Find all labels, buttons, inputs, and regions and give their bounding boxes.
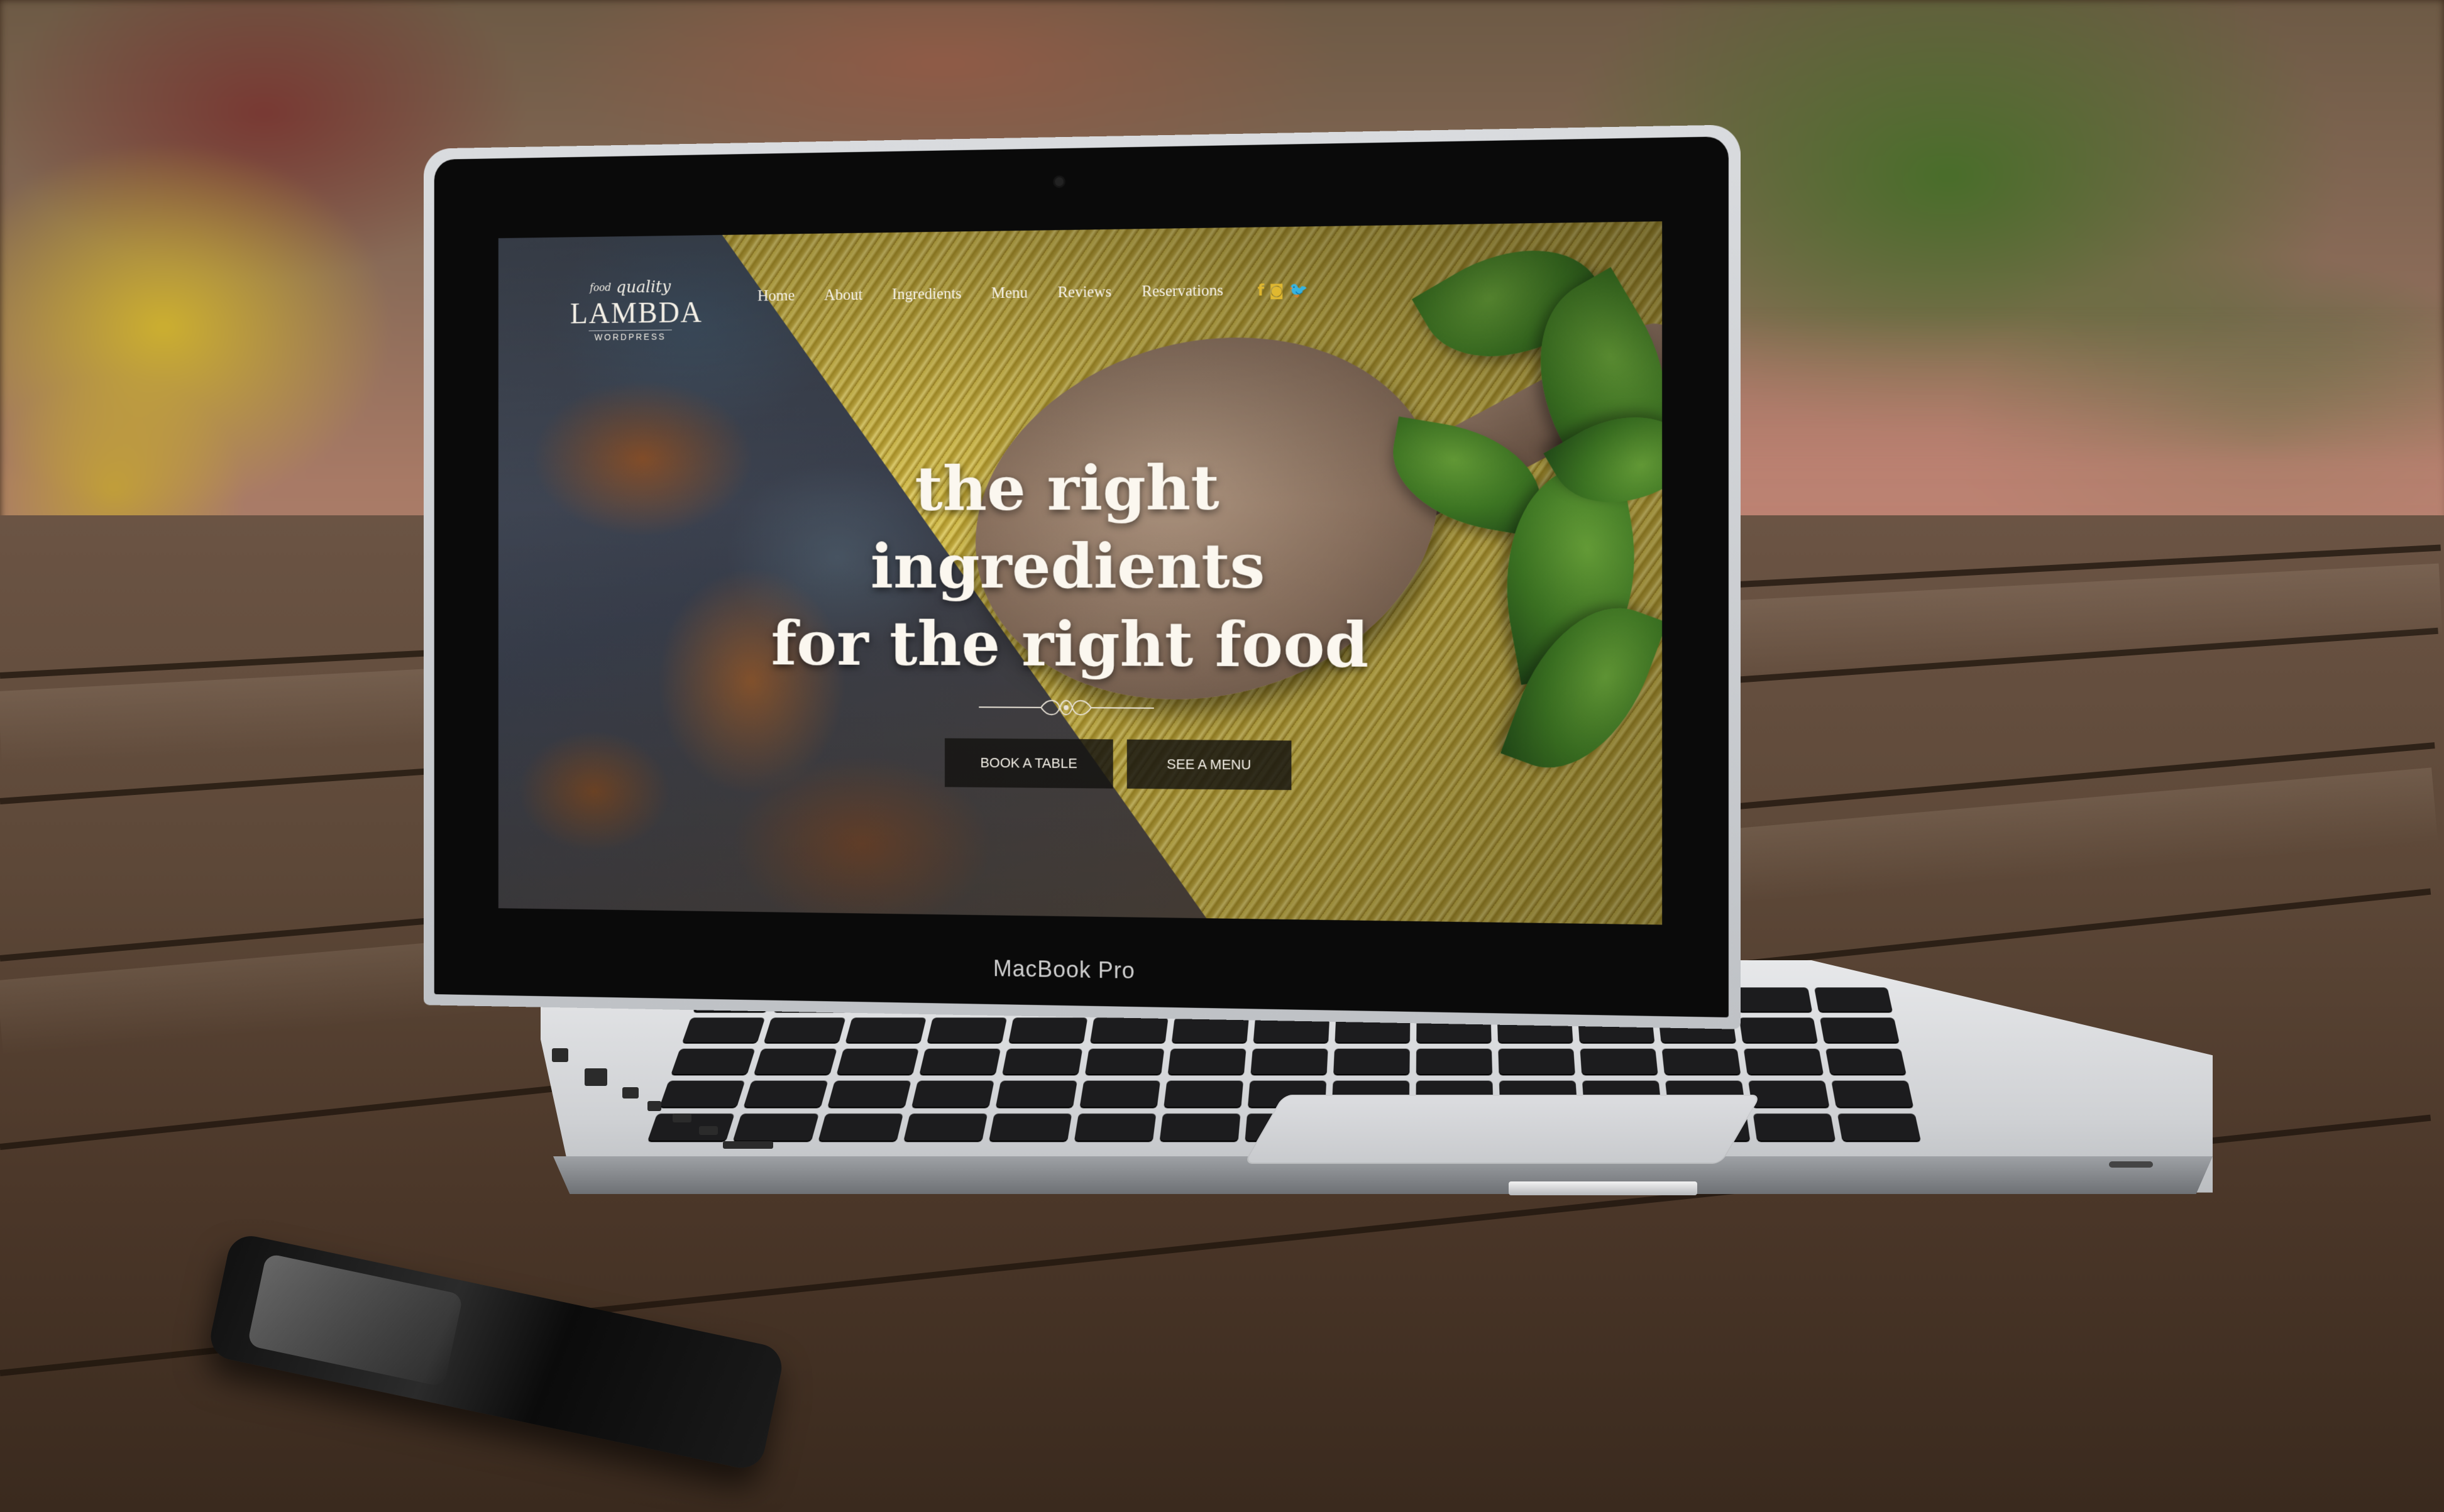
keyboard-key <box>919 1048 1001 1075</box>
hero-buttons: BOOK A TABLE SEE A MENU <box>944 738 1322 796</box>
keyboard-key <box>1008 1017 1088 1043</box>
keyboard-key <box>1814 987 1893 1012</box>
nav-reviews[interactable]: Reviews <box>1057 283 1111 302</box>
ornament-divider <box>979 694 1154 721</box>
keyboard-key <box>1079 1080 1160 1107</box>
sleep-indicator <box>2109 1161 2153 1168</box>
keyboard-key <box>764 1017 846 1043</box>
webcam <box>1055 177 1064 187</box>
keyboard-key <box>927 1017 1008 1043</box>
keyboard-key <box>754 1048 837 1075</box>
hero-title-line-2: for the right food <box>771 608 1369 682</box>
port-usb <box>699 1126 718 1135</box>
keyboard-key <box>911 1080 994 1107</box>
keyboard-key <box>1167 1048 1247 1075</box>
laptop-lid: food quality LAMBDA WORDPRESS Home About… <box>423 124 1741 1029</box>
keyboard-key <box>1739 1017 1818 1043</box>
keyboard-key <box>1661 1048 1741 1075</box>
keyboard-key <box>1250 1048 1328 1075</box>
keyboard-key <box>1831 1080 1913 1107</box>
nav-about[interactable]: About <box>824 287 862 304</box>
screen-bezel: food quality LAMBDA WORDPRESS Home About… <box>434 136 1729 1017</box>
keyboard-key <box>1416 1048 1493 1075</box>
keyboard-key <box>836 1048 919 1075</box>
website-screen: food quality LAMBDA WORDPRESS Home About… <box>498 221 1663 925</box>
keyboard-key <box>989 1114 1072 1141</box>
trackpad <box>1243 1095 1761 1164</box>
port-magsafe <box>552 1048 568 1062</box>
keyboard-key <box>1753 1114 1836 1141</box>
keyboard-key <box>1074 1114 1157 1141</box>
keyboard-key <box>1171 1017 1249 1043</box>
keyboard-key <box>659 1080 746 1107</box>
keyboard-key <box>1090 1017 1169 1043</box>
keyboard-key <box>1333 1048 1410 1075</box>
logo-tagline-top: food <box>590 282 612 294</box>
see-a-menu-button[interactable]: SEE A MENU <box>1126 739 1292 791</box>
keyboard-key <box>995 1080 1077 1107</box>
nav-home[interactable]: Home <box>757 287 795 305</box>
keyboard-key <box>903 1114 988 1141</box>
keyboard-key <box>1743 1048 1824 1075</box>
port-ethernet <box>585 1068 607 1086</box>
keyboard-key <box>1498 1048 1575 1075</box>
keyboard-key <box>1734 987 1812 1012</box>
port-sd-card <box>723 1141 773 1149</box>
logo-subtitle: WORDPRESS <box>588 329 673 342</box>
keyboard-key <box>1084 1048 1165 1075</box>
port-firewire <box>622 1087 639 1098</box>
laptop-brand-label: MacBook Pro <box>993 955 1135 983</box>
hero-title: the right ingredients for the right food <box>727 448 1415 685</box>
keyboard-key <box>1159 1114 1241 1141</box>
keyboard-key <box>682 1017 766 1043</box>
logo-tagline: food quality <box>570 278 691 298</box>
keyboard-key <box>845 1017 927 1043</box>
keyboard-key <box>1580 1048 1658 1075</box>
facebook-icon[interactable]: f <box>1257 282 1264 299</box>
keyboard-key <box>1819 1017 1900 1043</box>
nav-reservations[interactable]: Reservations <box>1142 282 1223 301</box>
keyboard-key <box>1748 1080 1830 1107</box>
logo-tagline-main: quality <box>616 277 671 297</box>
keyboard-key <box>671 1048 756 1075</box>
keyboard-key <box>732 1114 819 1141</box>
twitter-icon[interactable]: 🐦 <box>1289 281 1308 299</box>
site-logo[interactable]: food quality LAMBDA WORDPRESS <box>570 278 703 378</box>
logo-name: LAMBDA <box>570 295 703 331</box>
keyboard-key <box>743 1080 828 1107</box>
instagram-icon[interactable]: ◙ <box>1269 282 1284 300</box>
keyboard-key <box>1164 1080 1244 1107</box>
photo-scene: food quality LAMBDA WORDPRESS Home About… <box>0 0 2444 1512</box>
port-thunderbolt <box>647 1101 661 1111</box>
keyboard-key <box>1002 1048 1083 1075</box>
keyboard-key <box>1825 1048 1907 1075</box>
keyboard-key <box>818 1114 904 1141</box>
keyboard-key <box>1837 1114 1921 1141</box>
hero-title-line-1: the right ingredients <box>870 451 1265 603</box>
nav-ingredients[interactable]: Ingredients <box>892 285 962 304</box>
nav-menu[interactable]: Menu <box>991 285 1028 303</box>
keyboard-key <box>827 1080 911 1107</box>
book-a-table-button[interactable]: BOOK A TABLE <box>944 738 1113 789</box>
lid-notch <box>1509 1181 1697 1195</box>
social-links: f ◙ 🐦 <box>1257 281 1308 300</box>
port-usb <box>673 1114 691 1122</box>
